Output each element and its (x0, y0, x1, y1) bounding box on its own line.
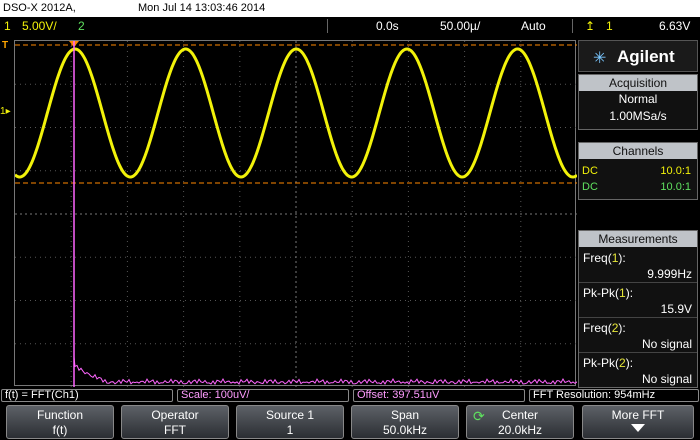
ch1-number[interactable]: 1 (4, 17, 11, 35)
horizontal-delay[interactable]: 0.0s (376, 17, 399, 35)
status-bar: 1 5.00V/ 2 0.0s 50.00µ/ Auto ↥ 1 6.63V (0, 17, 700, 35)
ch2-coupling: DC (582, 181, 598, 193)
trigger-source[interactable]: 1 (606, 17, 613, 35)
ch1-ground-marker-icon[interactable]: 1▸ (0, 106, 14, 118)
trigger-level[interactable]: 6.63V (659, 17, 690, 35)
trigger-mode[interactable]: Auto (521, 17, 546, 35)
rising-edge-icon: ↥ (585, 19, 596, 33)
graticule (15, 41, 577, 387)
operator-softkey[interactable]: Operator FFT (121, 405, 229, 439)
measurement-label: Pk-Pk(1): (583, 286, 634, 300)
timebase[interactable]: 50.00µ/ (440, 17, 480, 35)
measurement-label: Freq(1): (583, 251, 626, 265)
center-softkey[interactable]: ⟳ Center 20.0kHz (466, 405, 574, 439)
measurements-panel[interactable]: Measurements Freq(1): 9.999Hz Pk-Pk(1): … (578, 230, 698, 388)
measurement-value: 9.999Hz (647, 267, 692, 281)
ch1-probe: 10.0:1 (660, 165, 691, 177)
fft-function: f(t) = FFT(Ch1) (1, 389, 173, 402)
trigger-marker-icon: T (2, 40, 9, 51)
model-name: DSO-X 2012A, (3, 2, 76, 14)
channels-panel[interactable]: Channels DC 10.0:1 DC 10.0:1 (578, 142, 698, 200)
sample-rate: 1.00MSa/s (609, 109, 667, 123)
measurement-label: Pk-Pk(2): (583, 356, 634, 370)
channel-row: DC 10.0:1 (579, 179, 697, 195)
waveform-display[interactable] (14, 40, 577, 387)
status-divider (327, 19, 328, 33)
timestamp: Mon Jul 14 13:03:46 2014 (138, 2, 266, 14)
fft-info-bar: f(t) = FFT(Ch1) Scale: 100uV/ Offset: 39… (0, 388, 700, 403)
measurement-value: No signal (641, 372, 692, 386)
measurements-header: Measurements (579, 231, 697, 247)
acquisition-panel[interactable]: Acquisition Normal 1.00MSa/s (578, 74, 698, 130)
status-divider (572, 19, 573, 33)
spark-logo-icon: ✳ (593, 50, 607, 67)
measurement-label: Freq(2): (583, 321, 626, 335)
ch2-number[interactable]: 2 (78, 17, 85, 35)
ch1-scale[interactable]: 5.00V/ (22, 17, 57, 35)
ch1-coupling: DC (582, 165, 598, 177)
more-fft-softkey[interactable]: More FFT (582, 405, 694, 439)
title-bar: DSO-X 2012A, Mon Jul 14 13:03:46 2014 (0, 0, 700, 17)
down-arrow-icon (631, 424, 645, 432)
acquisition-mode: Normal (618, 92, 658, 106)
source1-softkey[interactable]: Source 1 1 (236, 405, 344, 439)
measurement-value: No signal (641, 337, 692, 351)
fft-resolution: FFT Resolution: 954mHz (529, 389, 699, 402)
brand-logo: ✳ Agilent (578, 40, 698, 72)
span-softkey[interactable]: Span 50.0kHz (351, 405, 459, 439)
function-softkey[interactable]: Function f(t) (6, 405, 114, 439)
ch2-probe: 10.0:1 (660, 181, 691, 193)
fft-offset: Offset: 397.51uV (353, 389, 525, 402)
channels-header: Channels (579, 143, 697, 159)
fft-spectrum (73, 356, 577, 385)
acquisition-header: Acquisition (579, 75, 697, 91)
fft-scale: Scale: 100uV/ (177, 389, 349, 402)
measurement-value: 15.9V (660, 302, 692, 316)
softkey-bar: Function f(t) Operator FFT Source 1 1 Sp… (0, 404, 700, 440)
brand-name: Agilent (617, 47, 675, 66)
channel-row: DC 10.0:1 (579, 163, 697, 179)
